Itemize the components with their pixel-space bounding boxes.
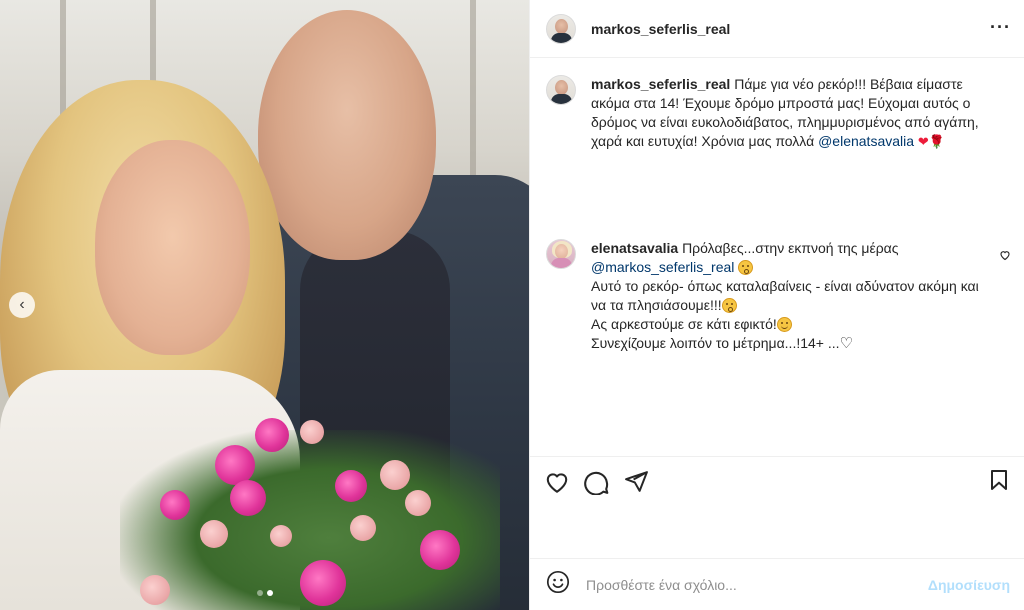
carousel-dots <box>0 590 529 596</box>
reply-mention[interactable]: @markos_seferlis_real <box>591 259 734 275</box>
caption-avatar[interactable] <box>546 75 576 105</box>
red-heart-and-rose-emoji: ❤🌹 <box>917 135 946 150</box>
reply-line-1: Πρόλαβες...στην εκπνοή της μέρας <box>682 240 899 256</box>
author-username[interactable]: markos_seferlis_real <box>591 21 730 37</box>
flower-bud <box>270 525 292 547</box>
flower-bud <box>380 460 410 490</box>
pink-flower <box>420 530 460 570</box>
comment-input[interactable] <box>586 576 896 593</box>
pink-flower <box>215 445 255 485</box>
post-actions-bar <box>530 456 1024 506</box>
chevron-left-icon: ‹ <box>19 296 25 313</box>
caption-comment: markos_seferlis_real Πάμε για νέο ρεκόρ!… <box>546 75 991 152</box>
caption-username[interactable]: markos_seferlis_real <box>591 76 730 92</box>
reply-line-3: Ας αρκεστούμε σε κάτι εφικτό! <box>591 316 777 332</box>
bookmark-icon[interactable] <box>987 467 1011 498</box>
post-comment-button[interactable]: Δημοσίευση <box>928 577 1010 593</box>
comment-bubble-icon[interactable] <box>584 462 624 502</box>
carousel-dot <box>256 590 263 596</box>
pink-flower <box>160 490 190 520</box>
heart-outline-icon[interactable] <box>544 462 584 502</box>
caption-mention[interactable]: @elenatsavalia <box>818 133 914 149</box>
reply-line-2: Αυτό το ρεκόρ- όπως καταλαβαίνεις - είνα… <box>591 278 979 313</box>
comments-list: markos_seferlis_real Πάμε για νέο ρεκόρ!… <box>530 59 1024 455</box>
post-header: markos_seferlis_real ··· <box>530 0 1024 58</box>
caption-text: markos_seferlis_real Πάμε για νέο ρεκόρ!… <box>591 75 991 152</box>
woman-face <box>95 140 250 355</box>
paper-plane-icon[interactable] <box>624 462 664 502</box>
author-avatar[interactable] <box>546 13 576 44</box>
commenter-username[interactable]: elenatsavalia <box>591 240 678 256</box>
reply-comment: elenatsavalia Πρόλαβες...στην εκπνοή της… <box>546 239 991 353</box>
commenter-avatar[interactable] <box>546 239 576 269</box>
flushed-face-emoji <box>721 298 737 313</box>
smiling-face-emoji <box>776 317 792 332</box>
pink-flower <box>255 418 289 452</box>
pink-flower <box>230 480 266 516</box>
post-side-panel: markos_seferlis_real ··· markos_seferlis… <box>529 0 1024 610</box>
flushed-face-emoji <box>738 260 754 275</box>
more-horizontal-icon[interactable]: ··· <box>990 17 1011 38</box>
flower-bud <box>300 420 324 444</box>
carousel-dot-active <box>266 590 273 596</box>
flower-bud <box>405 490 431 516</box>
pink-flower <box>300 560 346 606</box>
man-head <box>258 10 436 260</box>
comment-composer: Δημοσίευση <box>530 558 1024 610</box>
flower-bud <box>350 515 376 541</box>
reply-text: elenatsavalia Πρόλαβες...στην εκπνοή της… <box>591 239 991 353</box>
carousel-prev-button[interactable]: ‹ <box>9 292 35 318</box>
comment-like-heart-icon[interactable] <box>999 249 1011 264</box>
post-photo: ‹ <box>0 0 529 610</box>
reply-line-4: Συνεχίζουμε λοιπόν το μέτρημα...!14+ ... <box>591 335 840 351</box>
emoji-smiley-icon[interactable] <box>546 570 570 599</box>
white-heart-emoji: ♡ <box>839 334 853 352</box>
pink-flower <box>335 470 367 502</box>
flower-bud <box>200 520 228 548</box>
